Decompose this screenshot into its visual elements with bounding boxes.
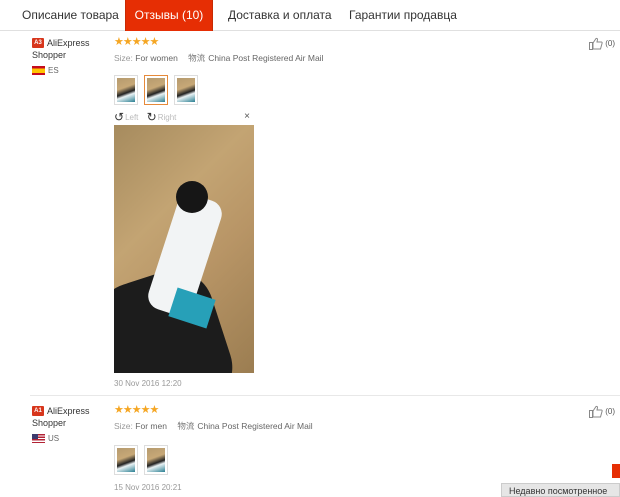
size-value: For men: [135, 421, 167, 431]
size-label: Size:: [114, 53, 133, 63]
shipping-value: China Post Registered Air Mail: [197, 421, 313, 431]
reviewer-name: AliExpress: [47, 38, 90, 48]
photo-viewer-toolbar: ↺ Left ↻ Right ×: [114, 111, 254, 124]
shipping-method: 物流 China Post Registered Air Mail: [177, 421, 312, 431]
thumbs-up-icon: [589, 405, 603, 418]
reviewer-info: A3 AliExpress Shopper ES: [32, 37, 102, 75]
close-viewer-button[interactable]: ×: [244, 111, 250, 123]
review-item: A3 AliExpress Shopper ES ★★★★★ Size: For …: [0, 32, 620, 394]
tab-reviews[interactable]: Отзывы (10): [125, 0, 213, 31]
recently-viewed-panel[interactable]: Недавно посмотренное: [501, 483, 620, 497]
star-rating: ★★★★★: [114, 404, 159, 416]
tab-description[interactable]: Описание товара: [10, 0, 131, 31]
shipping-method: 物流 China Post Registered Air Mail: [188, 53, 323, 63]
star-rating: ★★★★★: [114, 36, 159, 48]
rotate-left-icon: ↺: [114, 110, 125, 124]
reviewer-name-line2: Shopper: [32, 418, 67, 428]
buyer-level-badge: A3: [32, 38, 44, 48]
helpful-count: (0): [605, 407, 615, 416]
thumbs-up-icon: [589, 37, 603, 50]
review-divider: [30, 395, 620, 396]
reviewer-country: US: [32, 434, 102, 443]
country-code: ES: [48, 66, 59, 75]
shipping-value: China Post Registered Air Mail: [208, 53, 324, 63]
country-code: US: [48, 434, 60, 443]
helpful-button[interactable]: (0): [589, 37, 615, 50]
review-photo-large[interactable]: [114, 125, 254, 373]
review-content: ★★★★★ Size: For women 物流 China Post Regis…: [114, 36, 323, 388]
buyer-level-badge: A1: [32, 406, 44, 416]
review-attributes: Size: For women 物流 China Post Registered …: [114, 52, 323, 64]
review-photo-thumbnail[interactable]: [174, 75, 198, 105]
rotate-right-icon: ↻: [146, 110, 157, 124]
size-label: Size:: [114, 421, 133, 431]
spain-flag-icon: [32, 66, 45, 75]
review-attributes: Size: For men 物流 China Post Registered Ai…: [114, 420, 313, 432]
size-value: For women: [135, 53, 178, 63]
rotate-right-button[interactable]: ↻ Right: [147, 111, 177, 123]
helpful-count: (0): [605, 39, 615, 48]
review-photo-thumbnail[interactable]: [144, 445, 168, 475]
reviewer-name-line2: Shopper: [32, 50, 67, 60]
rotate-right-label: Right: [157, 112, 177, 122]
us-flag-icon: [32, 434, 45, 443]
tab-shipping[interactable]: Доставка и оплата: [216, 0, 344, 31]
side-widget-tab[interactable]: [612, 464, 620, 478]
review-photo-thumbnail[interactable]: [114, 445, 138, 475]
logistics-label: 物流: [188, 53, 206, 63]
review-photo-thumbnails: [114, 75, 198, 105]
reviewer-country: ES: [32, 66, 102, 75]
reviewer-info: A1 AliExpress Shopper US: [32, 405, 102, 443]
review-content: ★★★★★ Size: For men 物流 China Post Registe…: [114, 404, 313, 492]
helpful-button[interactable]: (0): [589, 405, 615, 418]
tab-seller-guarantees[interactable]: Гарантии продавца: [337, 0, 469, 31]
review-photo-thumbnail-selected[interactable]: [144, 75, 168, 105]
review-photo-thumbnail[interactable]: [114, 75, 138, 105]
review-photo-thumbnails: [114, 445, 168, 475]
tab-bar: Описание товара Отзывы (10) Доставка и о…: [0, 0, 620, 31]
rotate-left-button[interactable]: ↺ Left: [114, 111, 138, 123]
rotate-left-label: Left: [125, 112, 139, 122]
review-date: 15 Nov 2016 20:21: [114, 483, 182, 492]
reviewer-name: AliExpress: [47, 406, 90, 416]
review-date: 30 Nov 2016 12:20: [114, 379, 182, 388]
logistics-label: 物流: [177, 421, 195, 431]
